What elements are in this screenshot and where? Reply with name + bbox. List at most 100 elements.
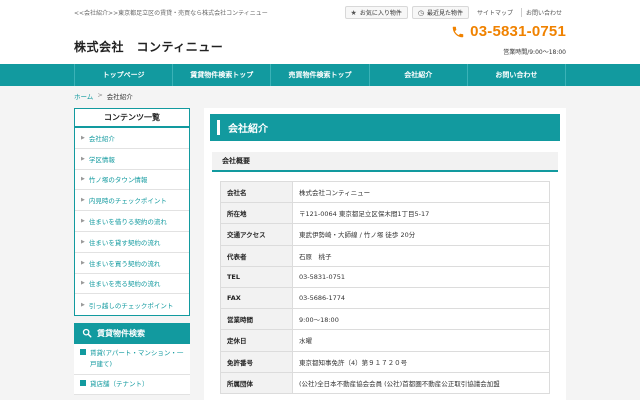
recent-button[interactable]: ◷ 最近見た物件 [411, 6, 469, 19]
table-row: FAX 03-5686-1774 [220, 286, 550, 310]
table-row: 会社名 株式会社コンティニュー [220, 180, 550, 204]
arrow-right-icon: ▶ [81, 259, 85, 266]
row-label: 免許番号 [220, 350, 293, 373]
rental-search-box: 賃貸物件検索 賃貸(アパート・マンション・一戸建て) 貸店舗（テナント） [74, 323, 190, 396]
nav-rental-search[interactable]: 賃貸物件検索トップ [173, 64, 272, 86]
row-label: 定休日 [220, 329, 293, 352]
phone-block: 03-5831-0751 [451, 23, 566, 40]
company-info-table: 会社名 株式会社コンティニュー 所在地 〒121-0064 東京都足立区保木間1丁目5… [220, 180, 550, 394]
arrow-right-icon: ▶ [81, 155, 85, 162]
arrow-right-icon: ▶ [81, 176, 85, 183]
sidebar-item-label: 会社紹介 [88, 134, 115, 143]
row-value: 株式会社コンティニュー [292, 180, 550, 204]
global-nav: トップページ 賃貸物件検索トップ 売買物件検索トップ 会社紹介 お問い合わせ [74, 64, 567, 86]
arrow-right-icon: ▶ [81, 134, 85, 141]
clock-icon: ◷ [417, 8, 424, 17]
search-item-label: 賃貸(アパート・マンション・一戸建て) [90, 349, 184, 369]
sidebar-item-label: 竹ノ塚のタウン情報 [88, 176, 148, 185]
row-value: 東武伊勢崎・大師線 / 竹ノ塚 徒歩 20分 [292, 223, 550, 246]
row-value: 東京都知事免許（4）第９１７２０号 [292, 350, 550, 373]
row-label: 所在地 [220, 202, 293, 225]
arrow-right-icon: ▶ [81, 280, 85, 287]
nav-top-page[interactable]: トップページ [74, 64, 174, 86]
page-title: 会社紹介 [228, 124, 268, 135]
sidebar-item-buying-flow[interactable]: ▶ 住まいを買う契約の流れ [75, 253, 189, 274]
top-utility-nav: ★ お気に入り物件 ◷ 最近見た物件 サイトマップ お問い合わせ [344, 6, 566, 19]
arrow-right-icon: ▶ [81, 238, 85, 245]
sidebar-item-company[interactable]: ▶ 会社紹介 [75, 128, 189, 149]
sidebar-item-label: 住まいを買う契約の流れ [88, 259, 161, 268]
row-value: (公社)全日本不動産協会会員 (公社)首都圏不動産公正取引協議会加盟 [292, 371, 550, 394]
main-content: 会社紹介 会社概要 会社名 株式会社コンティニュー 所在地 〒121-0064 東京都… [204, 108, 566, 400]
row-label: 代表者 [220, 244, 293, 267]
recent-label: 最近見た物件 [426, 10, 463, 17]
search-item-residential[interactable]: 賃貸(アパート・マンション・一戸建て) [74, 344, 190, 376]
row-value: 石原 桃子 [292, 244, 550, 267]
table-row: 所在地 〒121-0064 東京都足立区保木間1丁目5-17 [220, 202, 550, 225]
square-bullet-icon [80, 349, 86, 356]
site-tagline: <<会社紹介>>東京都足立区の賃貸・売買なら株式会社コンティニュー [74, 10, 268, 17]
page-title-bar: 会社紹介 [210, 114, 560, 141]
sidebar-item-moving-checkpoints[interactable]: ▶ 引っ越しのチェックポイント [75, 294, 189, 315]
row-label: TEL [220, 265, 293, 288]
sidebar-item-label: 引っ越しのチェックポイント [88, 301, 174, 310]
nav-sale-search[interactable]: 売買物件検索トップ [271, 64, 370, 86]
row-value: 03-5831-0751 [292, 265, 550, 288]
sidebar-item-selling-flow[interactable]: ▶ 住まいを売る契約の流れ [75, 274, 189, 295]
row-label: FAX [220, 286, 293, 310]
arrow-right-icon: ▶ [81, 218, 85, 225]
business-hours: 営業時間/9:00～18:00 [503, 49, 566, 56]
breadcrumb: ホーム > 会社紹介 [74, 91, 133, 101]
favorites-label: お気に入り物件 [359, 10, 402, 17]
breadcrumb-separator: > [97, 91, 103, 99]
sidebar-item-viewing-checkpoints[interactable]: ▶ 内見時のチェックポイント [75, 190, 189, 212]
row-value: 9:00～18:00 [292, 308, 550, 331]
row-label: 交通アクセス [220, 223, 293, 246]
header: <<会社紹介>>東京都足立区の賃貸・売買なら株式会社コンティニュー ★ お気に入… [74, 0, 566, 64]
table-row: 交通アクセス 東武伊勢崎・大師線 / 竹ノ塚 徒歩 20分 [220, 223, 550, 246]
table-row: 代表者 石原 桃子 [220, 244, 550, 267]
favorites-button[interactable]: ★ お気に入り物件 [344, 6, 408, 19]
row-label: 営業時間 [220, 308, 293, 331]
sidebar-item-leasing-flow[interactable]: ▶ 住まいを貸す契約の流れ [75, 232, 189, 253]
breadcrumb-current: 会社紹介 [106, 93, 133, 101]
sidebar: コンテンツ一覧 ▶ 会社紹介 ▶ 学区情報 ▶ 竹ノ塚のタウン情報 ▶ 内見時のチェック… [74, 108, 190, 396]
arrow-right-icon: ▶ [81, 301, 85, 308]
contents-menu: コンテンツ一覧 ▶ 会社紹介 ▶ 学区情報 ▶ 竹ノ塚のタウン情報 ▶ 内見時のチェック… [74, 108, 190, 317]
table-row: 定休日 水曜 [220, 329, 550, 352]
title-accent-bar [217, 120, 220, 135]
table-row: 営業時間 9:00～18:00 [220, 308, 550, 331]
sidebar-item-label: 住まいを借りる契約の流れ [88, 218, 167, 227]
table-row: 免許番号 東京都知事免許（4）第９１７２０号 [220, 350, 550, 373]
square-bullet-icon [80, 380, 86, 387]
sidebar-item-label: 住まいを売る契約の流れ [88, 280, 161, 289]
row-value: 〒121-0064 東京都足立区保木間1丁目5-17 [292, 202, 550, 225]
row-label: 会社名 [220, 180, 293, 204]
section-title: 会社概要 [212, 152, 558, 172]
star-icon: ★ [350, 8, 357, 17]
search-item-label: 貸店舗（テナント） [90, 380, 149, 389]
company-logo-title[interactable]: 株式会社 コンティニュー [74, 38, 223, 55]
rental-search-header: 賃貸物件検索 [74, 323, 190, 345]
sitemap-link[interactable]: サイトマップ [473, 8, 517, 17]
phone-number[interactable]: 03-5831-0751 [470, 23, 566, 40]
nav-company-profile[interactable]: 会社紹介 [370, 64, 468, 86]
nav-contact[interactable]: お問い合わせ [468, 64, 567, 86]
row-value: 03-5686-1774 [292, 286, 550, 310]
sidebar-item-school-district[interactable]: ▶ 学区情報 [75, 149, 189, 170]
arrow-right-icon: ▶ [81, 197, 85, 204]
contents-menu-title: コンテンツ一覧 [75, 109, 189, 128]
contact-link[interactable]: お問い合わせ [520, 8, 566, 17]
search-item-store[interactable]: 貸店舗（テナント） [74, 375, 190, 396]
sidebar-item-renting-flow[interactable]: ▶ 住まいを借りる契約の流れ [75, 211, 189, 232]
sidebar-item-label: 住まいを貸す契約の流れ [88, 238, 161, 247]
sidebar-item-label: 内見時のチェックポイント [88, 197, 167, 206]
search-icon [82, 328, 92, 340]
sidebar-item-label: 学区情報 [88, 155, 115, 164]
rental-search-title: 賃貸物件検索 [97, 329, 145, 339]
breadcrumb-home[interactable]: ホーム [74, 91, 93, 101]
phone-icon [451, 25, 465, 39]
table-row: 所属団体 (公社)全日本不動産協会会員 (公社)首都圏不動産公正取引協議会加盟 [220, 371, 550, 394]
sidebar-item-town-info[interactable]: ▶ 竹ノ塚のタウン情報 [75, 170, 189, 191]
table-row: TEL 03-5831-0751 [220, 265, 550, 288]
